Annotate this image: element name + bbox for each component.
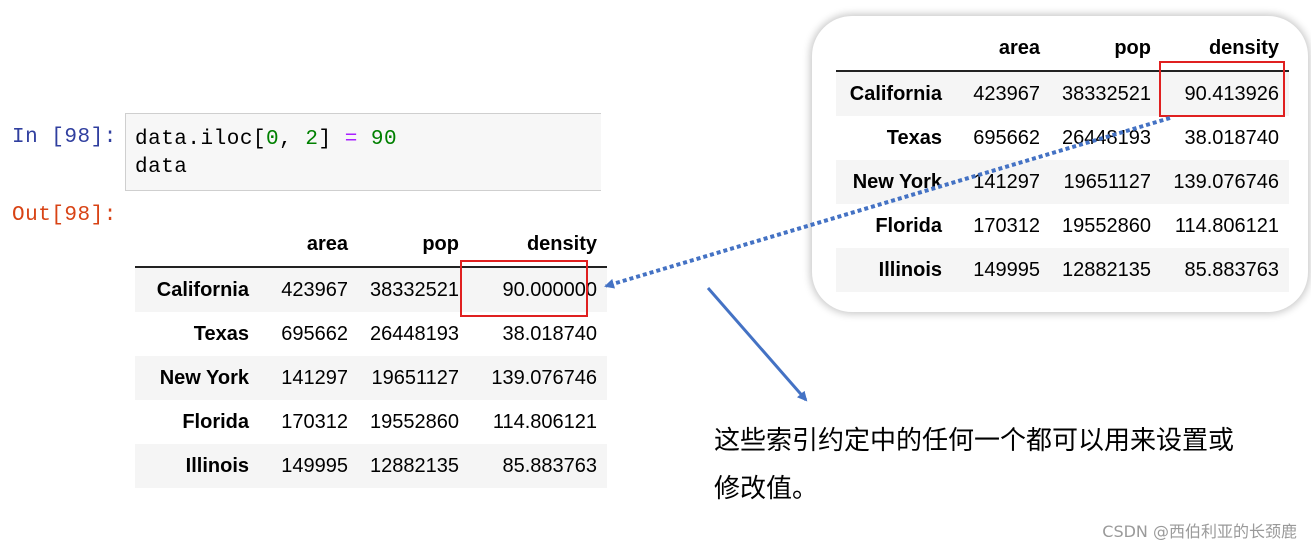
- watermark: CSDN @西伯利亚的长颈鹿: [1102, 522, 1297, 541]
- pointer-arrow: [706, 287, 808, 402]
- annotation-text-line1: 这些索引约定中的任何一个都可以用来设置或: [714, 426, 1235, 456]
- annotation-text-line2: 修改值。: [714, 474, 819, 504]
- annotation-arrows: [604, 116, 1171, 402]
- dotted-arrow: [604, 116, 1171, 289]
